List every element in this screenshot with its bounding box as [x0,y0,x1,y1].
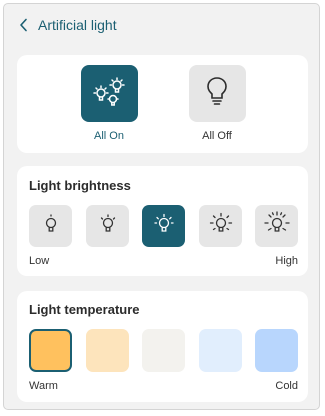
multi-bulb-icon [89,71,129,116]
header[interactable]: Artificial light [18,14,117,36]
all-on-tile[interactable] [80,65,138,122]
brightness-low-label: Low [29,255,50,267]
brightness-title: Light brightness [29,178,131,193]
brightness-card: Light brightness Low High [17,166,308,276]
brightness-level-2[interactable] [86,205,129,247]
temperature-warm-label: Warm [29,380,58,392]
all-on-label: All On [94,130,124,142]
temperature-title: Light temperature [29,302,140,317]
temperature-card: Light temperature Warm Cold [17,291,308,402]
screen-frame: Artificial light All On All Off Light br… [3,3,320,410]
temperature-swatch-cold[interactable] [255,329,298,372]
temperature-swatch-warm[interactable] [29,329,72,372]
brightness-level-5[interactable] [255,205,298,247]
page-title: Artificial light [38,17,117,33]
bulb-dim-icon [41,213,61,240]
bulb-high-icon [209,212,233,241]
all-off-button[interactable]: All Off [177,65,257,142]
all-off-tile[interactable] [188,65,246,122]
temperature-swatch-4[interactable] [199,329,242,372]
temperature-cold-label: Cold [275,380,298,392]
bulb-max-icon [263,210,290,242]
bulb-low-icon [98,213,118,240]
bulb-medium-icon [153,213,175,240]
all-off-label: All Off [202,130,232,142]
all-on-button[interactable]: All On [69,65,149,142]
all-lights-card: All On All Off [17,55,308,153]
temperature-swatch-2[interactable] [86,329,129,372]
bulb-off-icon [205,76,229,111]
chevron-left-icon[interactable] [18,18,30,32]
temperature-swatch-3[interactable] [142,329,185,372]
brightness-high-label: High [275,255,298,267]
brightness-level-3[interactable] [142,205,185,247]
brightness-level-4[interactable] [199,205,242,247]
brightness-level-1[interactable] [29,205,72,247]
